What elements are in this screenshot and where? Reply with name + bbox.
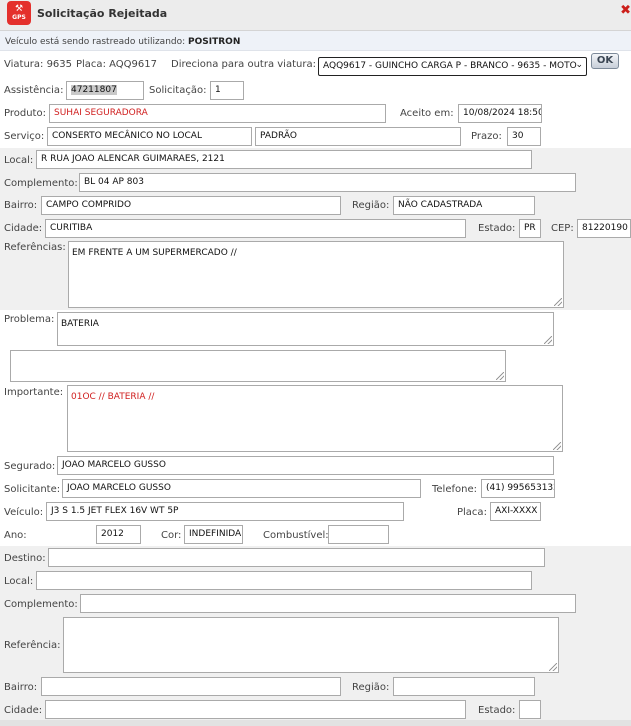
cor-field[interactable]: INDEFINIDA <box>184 525 243 544</box>
assistencia-label: Assistência: <box>4 85 64 96</box>
chevron-down-icon: ⌄ <box>575 60 583 70</box>
produto-label: Produto: <box>4 108 46 119</box>
solicitacao-label: Solicitação: <box>149 85 207 96</box>
regiao-label: Região: <box>352 200 390 211</box>
destino-local-field[interactable] <box>36 571 532 590</box>
combustivel-field[interactable] <box>328 525 389 544</box>
destino-regiao-label: Região: <box>352 682 390 693</box>
complemento-field[interactable]: BL 04 AP 803 <box>79 173 576 192</box>
solicitacao-field[interactable]: 1 <box>210 81 244 100</box>
local-label: Local: <box>4 155 34 166</box>
destino-label: Destino: <box>4 553 46 564</box>
bairro-label: Bairro: <box>4 200 38 211</box>
solicitante-label: Solicitante: <box>4 484 61 495</box>
referencias-label: Referências: <box>4 242 66 253</box>
combustivel-label: Combustível: <box>263 530 329 541</box>
solicitante-field[interactable]: JOAO MARCELO GUSSO <box>62 479 421 498</box>
ano-label: Ano: <box>4 530 27 541</box>
regiao-field[interactable]: NÃO CADASTRADA <box>393 196 535 215</box>
bairro-field[interactable]: CAMPO COMPRIDO <box>41 196 341 215</box>
servico-tipo-field[interactable]: PADRÃO <box>255 127 461 146</box>
complemento-label: Complemento: <box>4 178 78 189</box>
destino-bairro-field[interactable] <box>41 677 341 696</box>
referencias-textarea[interactable]: EM FRENTE A UM SUPERMERCADO // <box>68 241 564 308</box>
assistencia-field[interactable]: 47211807 <box>66 81 144 100</box>
gps-app-icon: ⚒ GPS <box>7 1 31 25</box>
veiculo-field[interactable]: J3 S 1.5 JET FLEX 16V WT 5P <box>46 502 404 521</box>
destino-bairro-label: Bairro: <box>4 682 38 693</box>
telefone-label: Telefone: <box>432 484 477 495</box>
destino-regiao-field[interactable] <box>393 677 535 696</box>
importante-label: Importante: <box>4 387 64 398</box>
ok-button[interactable]: OK <box>591 53 619 69</box>
redirect-selected-value: AQQ9617 - GUINCHO CARGA P - BRANCO - 963… <box>323 61 577 71</box>
destino-field[interactable] <box>48 548 545 567</box>
footer-bar <box>0 720 631 726</box>
cep-field[interactable]: 81220190 <box>577 219 631 238</box>
cep-label: CEP: <box>551 223 574 234</box>
destino-referencia-textarea[interactable] <box>63 617 559 673</box>
destino-complemento-field[interactable] <box>80 594 576 613</box>
cidade-field[interactable]: CURITIBA <box>45 219 466 238</box>
problema-extra-textarea[interactable] <box>10 350 506 382</box>
window-title: Solicitação Rejeitada <box>37 7 168 20</box>
viatura-label: Viatura: 9635 <box>4 59 73 70</box>
prazo-label: Prazo: <box>471 131 502 142</box>
aceito-field[interactable]: 10/08/2024 18:50 <box>458 104 542 123</box>
segurado-label: Segurado: <box>4 461 56 472</box>
telefone-field[interactable]: (41) 995653132 <box>481 479 555 498</box>
destino-cidade-field[interactable] <box>45 700 466 719</box>
aceito-label: Aceito em: <box>400 108 454 119</box>
placa-field[interactable]: AXI-XXXX <box>490 502 541 521</box>
servico-label: Serviço: <box>4 131 45 142</box>
placa-viatura-label: Placa: AQQ9617 <box>76 59 157 70</box>
tracking-info: Veículo está sendo rastreado utilizando:… <box>0 31 631 51</box>
problema-label: Problema: <box>4 314 55 325</box>
destino-complemento-label: Complemento: <box>4 599 78 610</box>
local-field[interactable]: R RUA JOAO ALENCAR GUIMARAES, 2121 <box>36 150 532 169</box>
destino-estado-field[interactable] <box>519 700 541 719</box>
problema-textarea[interactable]: BATERIA <box>57 312 554 346</box>
cidade-label: Cidade: <box>4 223 43 234</box>
servico-field[interactable]: CONSERTO MECÂNICO NO LOCAL <box>47 127 252 146</box>
tracking-provider: POSITRON <box>188 37 241 47</box>
veiculo-label: Veículo: <box>4 507 44 518</box>
produto-field[interactable]: SUHAI SEGURADORA <box>49 104 386 123</box>
destino-local-label: Local: <box>4 576 34 587</box>
segurado-field[interactable]: JOAO MARCELO GUSSO <box>57 456 554 475</box>
placa-label: Placa: <box>457 507 487 518</box>
title-bar: ⚒ GPS Solicitação Rejeitada ✖ <box>0 0 631 31</box>
destino-estado-label: Estado: <box>478 705 516 716</box>
importante-textarea[interactable]: 01OC // BATERIA // <box>67 385 563 452</box>
tracking-prefix: Veículo está sendo rastreado utilizando: <box>5 37 189 47</box>
cor-label: Cor: <box>161 530 182 541</box>
close-icon[interactable]: ✖ <box>620 3 631 18</box>
destino-referencia-label: Referência: <box>4 640 61 651</box>
redirect-label: Direciona para outra viatura: <box>171 59 316 70</box>
estado-label: Estado: <box>478 223 516 234</box>
destino-cidade-label: Cidade: <box>4 705 43 716</box>
prazo-field[interactable]: 30 <box>507 127 541 146</box>
ano-field[interactable]: 2012 <box>96 525 141 544</box>
estado-field[interactable]: PR <box>519 219 541 238</box>
redirect-viatura-select[interactable]: AQQ9617 - GUINCHO CARGA P - BRANCO - 963… <box>318 57 587 76</box>
